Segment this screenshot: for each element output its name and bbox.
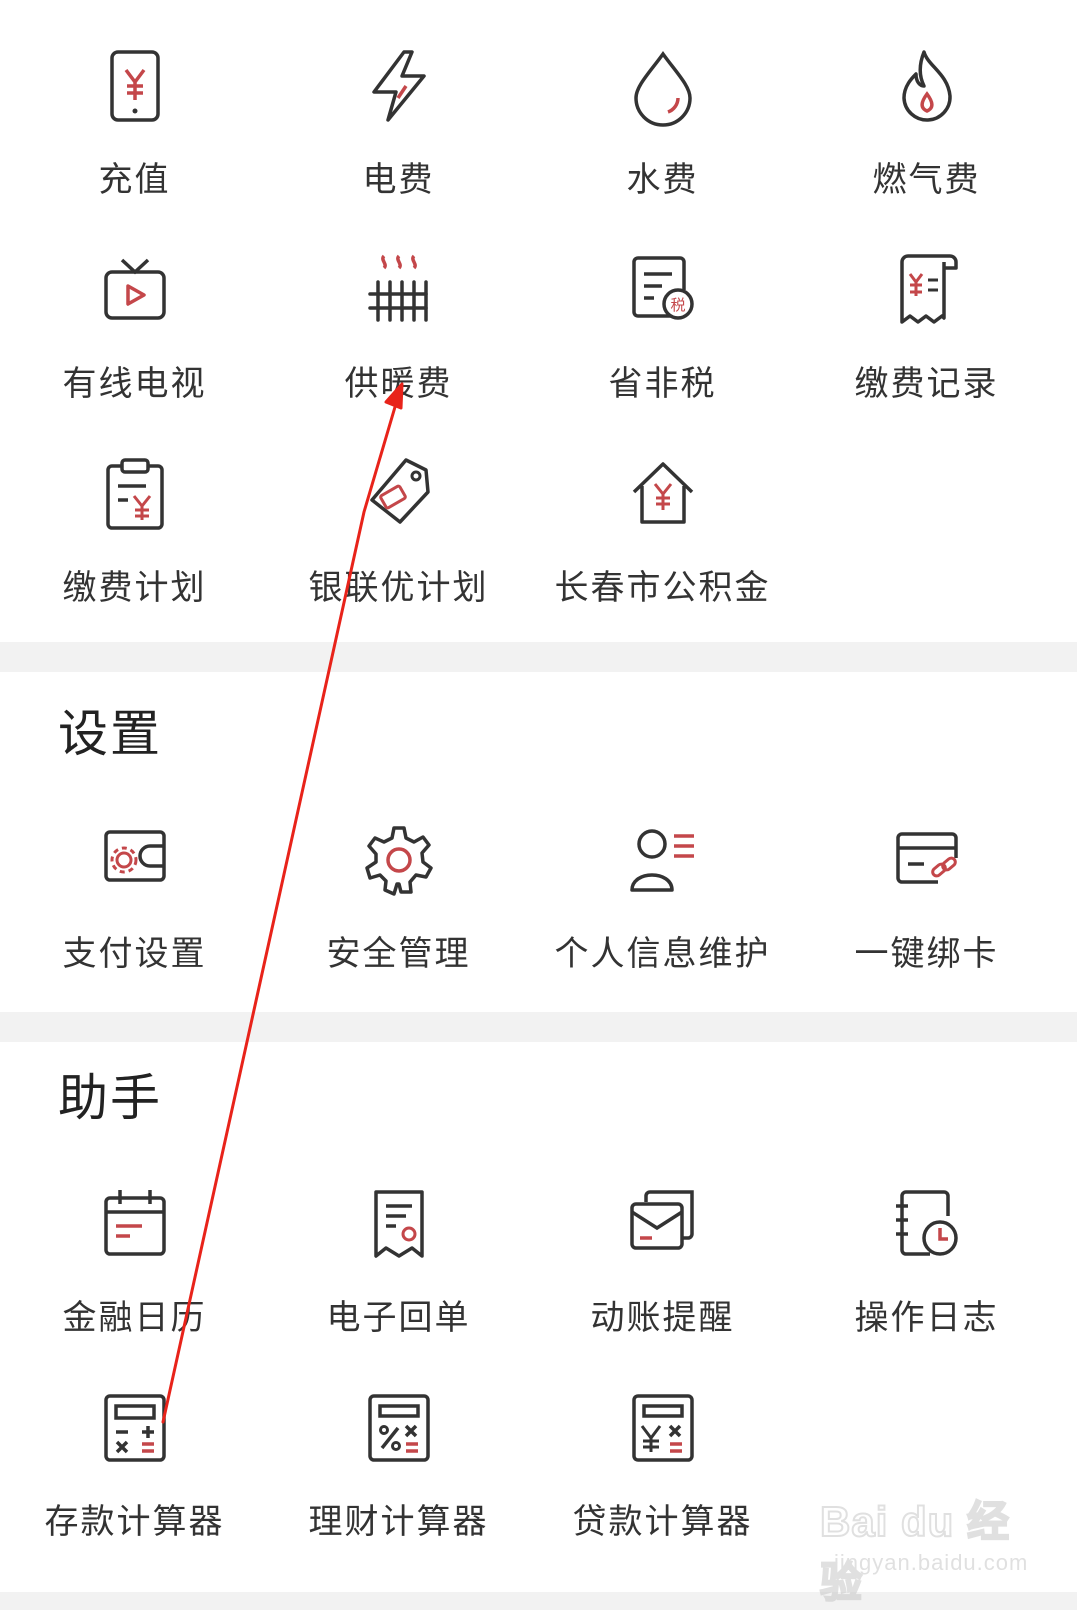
water-label: 水费 — [626, 160, 699, 200]
bind-card-label: 一键绑卡 — [854, 934, 999, 974]
operation-log-label: 操作日志 — [854, 1298, 999, 1338]
e-receipt-icon — [374, 1190, 424, 1258]
wallet-gear-icon — [104, 830, 166, 882]
payment-settings-label: 支付设置 — [62, 934, 207, 974]
investment-calculator-label: 理财计算器 — [308, 1502, 489, 1542]
bind-card-item[interactable]: 一键绑卡 — [792, 802, 1061, 974]
lightning-icon — [372, 50, 426, 122]
investment-calculator-item[interactable]: 理财计算器 — [264, 1370, 533, 1542]
account-alert-label: 动账提醒 — [590, 1298, 735, 1338]
personal-info-item[interactable]: 个人信息维护 — [528, 802, 797, 974]
heating-item[interactable]: 供暖费 — [264, 232, 533, 404]
phone-topup-icon — [110, 50, 160, 122]
baidu-jingyan-watermark: Bai du 经验 jingyan.baidu.com — [819, 1488, 1027, 1607]
cable-tv-label: 有线电视 — [62, 364, 207, 404]
payment-plan-item[interactable]: 缴费计划 — [0, 436, 269, 608]
personal-info-label: 个人信息维护 — [554, 934, 771, 974]
finance-calendar-label: 金融日历 — [62, 1298, 207, 1338]
unionpay-plan-label: 银联优计划 — [308, 568, 489, 608]
payment-records-item[interactable]: 缴费记录 — [792, 232, 1061, 404]
electricity-item[interactable]: 电费 — [264, 28, 533, 200]
house-yuan-icon — [632, 462, 694, 524]
gear-icon — [365, 826, 433, 896]
payment-plan-label: 缴费计划 — [62, 568, 207, 608]
water-drop-icon — [634, 51, 692, 127]
loan-calculator-item[interactable]: 贷款计算器 — [528, 1370, 797, 1542]
provincial-nontax-item[interactable]: 税 省非税 — [528, 232, 797, 404]
payment-settings-item[interactable]: 支付设置 — [0, 802, 269, 974]
housing-fund-label: 长春市公积金 — [554, 568, 771, 608]
watermark-main-text: Bai du 经验 — [819, 1497, 1011, 1607]
finance-calendar-item[interactable]: 金融日历 — [0, 1166, 269, 1338]
tag-card-icon — [370, 458, 430, 524]
watermark-url-text: jingyan.baidu.com — [834, 1550, 1029, 1575]
security-item[interactable]: 安全管理 — [264, 802, 533, 974]
e-receipt-item[interactable]: 电子回单 — [264, 1166, 533, 1338]
receipt-icon — [900, 254, 958, 324]
cable-tv-item[interactable]: 有线电视 — [0, 232, 269, 404]
payment-records-label: 缴费记录 — [854, 364, 999, 404]
settings-section: 设置 支付设置 安全管理 个人信息维护 一键绑卡 — [0, 672, 1077, 1012]
electricity-label: 电费 — [362, 160, 435, 200]
heating-label: 供暖费 — [344, 364, 453, 404]
log-clock-icon — [896, 1190, 958, 1256]
user-list-icon — [630, 829, 694, 892]
gas-item[interactable]: 燃气费 — [792, 28, 1061, 200]
yuan-calculator-icon — [632, 1394, 694, 1462]
housing-fund-item[interactable]: 长春市公积金 — [528, 436, 797, 608]
operation-log-item[interactable]: 操作日志 — [792, 1166, 1061, 1338]
deposit-calculator-item[interactable]: 存款计算器 — [0, 1370, 269, 1542]
gas-label: 燃气费 — [872, 160, 981, 200]
calculator-icon — [104, 1394, 166, 1462]
tax-doc-icon: 税 — [632, 256, 694, 320]
unionpay-plan-item[interactable]: 银联优计划 — [264, 436, 533, 608]
account-alert-item[interactable]: 动账提醒 — [528, 1166, 797, 1338]
loan-calculator-label: 贷款计算器 — [572, 1502, 753, 1542]
card-link-icon — [896, 832, 958, 884]
settings-title: 设置 — [58, 705, 162, 763]
security-label: 安全管理 — [326, 934, 471, 974]
percent-calculator-icon — [368, 1394, 430, 1462]
flame-icon — [902, 50, 952, 122]
payment-services-section: 充值 电费 水费 燃气费 有线电视 供暖费 税 省非税 缴费记录 缴费计划 银联… — [0, 0, 1077, 642]
deposit-calculator-label: 存款计算器 — [44, 1502, 225, 1542]
radiator-icon — [368, 254, 428, 322]
calendar-icon — [104, 1190, 166, 1256]
e-receipt-label: 电子回单 — [326, 1298, 471, 1338]
envelope-icon — [630, 1190, 694, 1250]
topup-label: 充值 — [98, 160, 171, 200]
water-item[interactable]: 水费 — [528, 28, 797, 200]
clipboard-icon — [106, 458, 164, 530]
provincial-nontax-label: 省非税 — [608, 364, 717, 404]
tv-icon — [104, 258, 166, 320]
svg-text:税: 税 — [670, 296, 685, 314]
assistant-title: 助手 — [58, 1069, 162, 1127]
topup-item[interactable]: 充值 — [0, 28, 269, 200]
